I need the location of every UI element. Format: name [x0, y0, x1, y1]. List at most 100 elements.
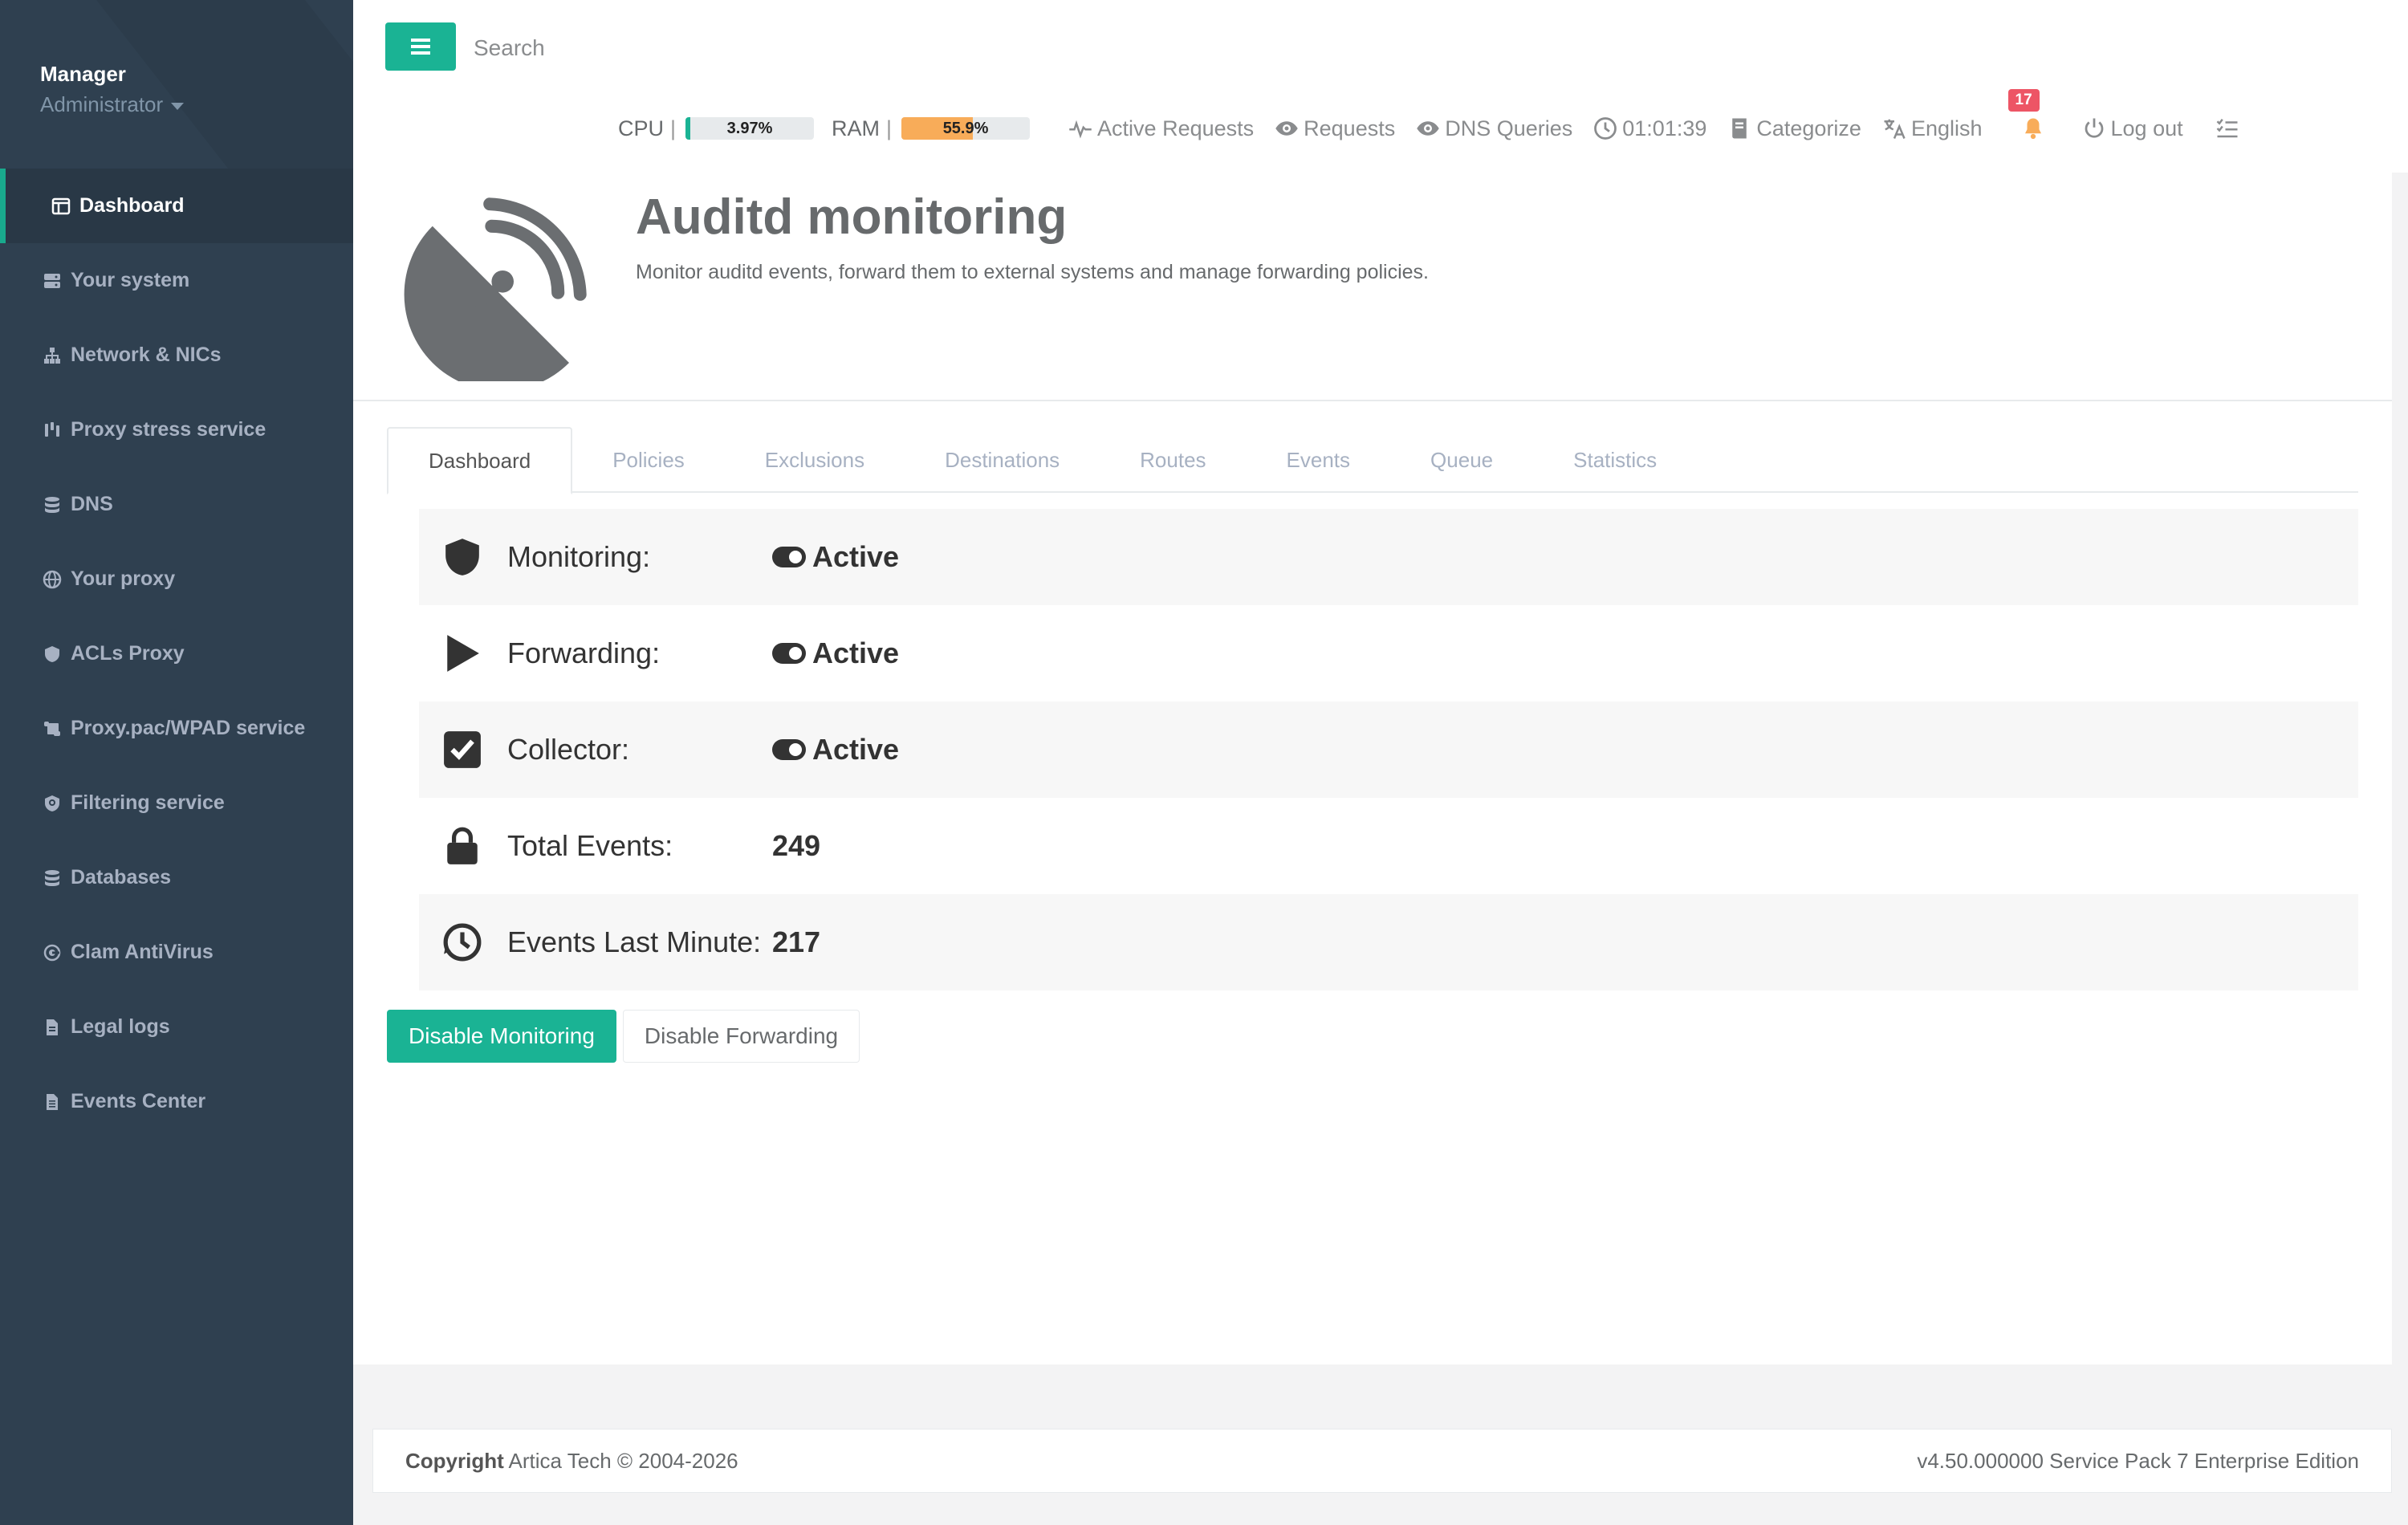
sidebar-item-label: DNS	[71, 493, 113, 515]
tab-queue[interactable]: Queue	[1390, 427, 1533, 493]
total-events-value: 249	[772, 829, 821, 862]
shield-icon	[441, 536, 483, 578]
language-selector[interactable]: English	[1882, 116, 1983, 141]
tab-policies[interactable]: Policies	[572, 427, 725, 493]
list-check-icon	[2216, 119, 2238, 138]
cpu-progress-bar: 3.97%	[685, 117, 815, 140]
database-icon	[42, 494, 63, 515]
requests-link[interactable]: Requests	[1275, 116, 1395, 141]
profile-role-dropdown[interactable]: Administrator	[40, 90, 353, 119]
sidebar-item-label: Dashboard	[79, 194, 185, 217]
tab-events[interactable]: Events	[1247, 427, 1391, 493]
network-icon	[42, 345, 63, 366]
database-icon	[42, 868, 63, 889]
status-table: Monitoring: Active Forwarding: Active Co…	[419, 509, 2358, 990]
tasks-button[interactable]	[2215, 116, 2244, 140]
menu-toggle-button[interactable]	[385, 22, 456, 71]
sidebar-item-label: Legal logs	[71, 1015, 170, 1038]
page-header: Auditd monitoring Monitor auditd events,…	[353, 173, 2392, 401]
tab-dashboard[interactable]: Dashboard	[387, 427, 573, 494]
toggle-on-icon	[772, 547, 806, 567]
sidebar-item-events-center[interactable]: Events Center	[0, 1064, 353, 1139]
virus-icon	[42, 942, 63, 963]
status-row-forwarding: Forwarding: Active	[419, 605, 2358, 702]
eye-icon	[1417, 121, 1439, 136]
toggle-on-icon	[772, 739, 806, 760]
disable-monitoring-button[interactable]: Disable Monitoring	[387, 1010, 616, 1063]
sidebar-item-label: Your proxy	[71, 567, 176, 590]
collector-label: Collector:	[507, 733, 630, 766]
logout-label: Log out	[2110, 116, 2183, 140]
logout-link[interactable]: Log out	[2082, 116, 2183, 141]
ram-progress-bar: 55.9%	[901, 117, 1031, 140]
sidebar-item-clam-antivirus[interactable]: Clam AntiVirus	[0, 915, 353, 990]
tab-destinations[interactable]: Destinations	[905, 427, 1100, 493]
page-subtitle: Monitor auditd events, forward them to e…	[636, 261, 1429, 283]
notification-count-badge: 17	[2007, 89, 2040, 112]
cpu-separator: |	[670, 116, 677, 140]
footer-copyright: Copyright Artica Tech © 2004-2026	[405, 1449, 738, 1474]
page-title: Auditd monitoring	[636, 189, 1068, 245]
notifications-button[interactable]: 17	[2007, 89, 2045, 140]
monitoring-label: Monitoring:	[507, 540, 651, 573]
disable-forwarding-button[interactable]: Disable Forwarding	[622, 1010, 860, 1063]
tab-bar: Dashboard Policies Exclusions Destinatio…	[387, 427, 2358, 494]
sidebar-item-label: Databases	[71, 866, 172, 889]
heartbeat-icon	[1069, 120, 1092, 139]
language-icon	[1884, 119, 1906, 139]
copyright-text: Artica Tech © 2004-2026	[503, 1448, 738, 1473]
system-metrics: CPU | 3.97% RAM | 55.9% Active Requests …	[618, 89, 2244, 146]
monitoring-value: Active	[772, 540, 899, 574]
sidebar-item-network[interactable]: Network & NICs	[0, 318, 353, 392]
toggle-on-icon	[772, 643, 806, 664]
sidebar-item-databases[interactable]: Databases	[0, 840, 353, 915]
caret-down-icon	[171, 102, 185, 110]
categorize-link[interactable]: Categorize	[1727, 116, 1861, 141]
eye-icon	[1275, 121, 1298, 136]
sidebar-item-label: Clam AntiVirus	[71, 941, 214, 963]
top-navbar: CPU | 3.97% RAM | 55.9% Active Requests …	[353, 0, 2408, 173]
sidebar-item-dns[interactable]: DNS	[0, 467, 353, 542]
book-icon	[1732, 118, 1747, 139]
clock-icon	[1594, 117, 1617, 140]
requests-label: Requests	[1304, 116, 1396, 140]
sidebar-item-proxy-pac[interactable]: Proxy.pac/WPAD service	[0, 691, 353, 766]
sidebar-item-your-proxy[interactable]: Your proxy	[0, 542, 353, 616]
filter-shield-icon	[42, 793, 63, 814]
cpu-value: 3.97%	[726, 120, 773, 137]
sidebar-item-dashboard[interactable]: Dashboard	[0, 169, 353, 243]
language-label: English	[1910, 116, 1983, 140]
forwarding-label: Forwarding:	[507, 636, 661, 669]
sidebar-item-filtering[interactable]: Filtering service	[0, 766, 353, 840]
file-lines-icon	[42, 1092, 63, 1112]
clock-display: 01:01:39	[1593, 116, 1706, 141]
sidebar-item-label: Proxy stress service	[71, 418, 266, 441]
action-buttons: Disable Monitoring Disable Forwarding	[387, 1010, 860, 1063]
status-row-monitoring: Monitoring: Active	[419, 509, 2358, 605]
search-input[interactable]	[474, 26, 875, 71]
monitoring-status: Active	[812, 540, 900, 573]
tab-exclusions[interactable]: Exclusions	[725, 427, 905, 493]
active-requests-link[interactable]: Active Requests	[1068, 116, 1254, 141]
sidebar-item-label: Network & NICs	[71, 344, 222, 366]
forwarding-status: Active	[812, 636, 900, 669]
sidebar-item-label: Proxy.pac/WPAD service	[71, 717, 306, 739]
sidebar-item-label: Your system	[71, 269, 190, 291]
tab-routes[interactable]: Routes	[1100, 427, 1246, 493]
status-row-collector: Collector: Active	[419, 702, 2358, 798]
ram-separator: |	[886, 116, 893, 140]
total-events-label: Total Events:	[507, 829, 673, 862]
sidebar-item-your-system[interactable]: Your system	[0, 243, 353, 318]
main-content: Dashboard Policies Exclusions Destinatio…	[353, 401, 2392, 1364]
dns-queries-link[interactable]: DNS Queries	[1416, 116, 1572, 141]
tab-statistics[interactable]: Statistics	[1533, 427, 1697, 493]
footer: Copyright Artica Tech © 2004-2026 v4.50.…	[372, 1429, 2392, 1493]
profile-name: Manager	[40, 62, 126, 86]
sidebar-item-acls-proxy[interactable]: ACLs Proxy	[0, 616, 353, 691]
bell-icon	[2024, 118, 2041, 140]
server-icon	[42, 270, 63, 291]
sidebar-item-legal-logs[interactable]: Legal logs	[0, 990, 353, 1064]
sidebar-item-proxy-stress[interactable]: Proxy stress service	[0, 392, 353, 467]
ram-label: RAM	[832, 116, 881, 140]
forwarding-value: Active	[772, 636, 899, 670]
